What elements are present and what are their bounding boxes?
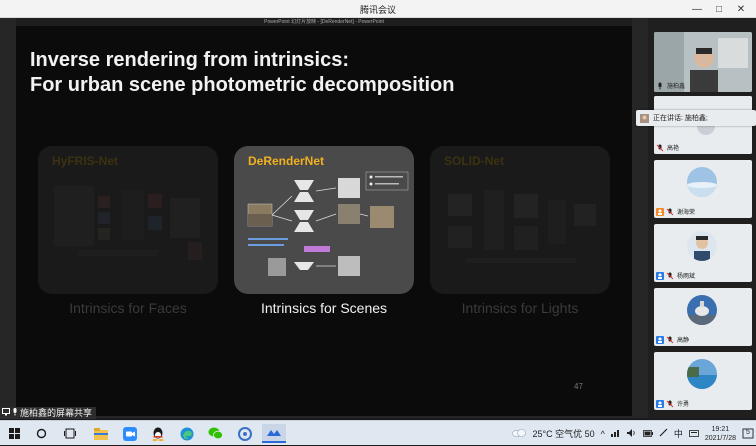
file-explorer-icon[interactable] — [92, 425, 109, 442]
minimize-button[interactable]: — — [686, 1, 708, 17]
faces-network-diagram — [54, 186, 202, 260]
participant-tile[interactable]: 许勇 — [654, 352, 752, 410]
maximize-button[interactable]: □ — [708, 1, 730, 17]
participant-name: 高艳 — [667, 146, 680, 152]
derendernet-network-diagram — [247, 171, 409, 276]
system-clock[interactable]: 19:21 2021/7/28 — [705, 425, 736, 443]
window-title: 腾讯会议 — [359, 5, 396, 15]
participant-tile[interactable]: 谢海荣 — [654, 160, 752, 218]
participant-name-row: 高静 — [656, 335, 690, 344]
participant-name: 谢海荣 — [677, 210, 696, 216]
slide-title-line1: Inverse rendering from intrinsics: — [30, 49, 349, 71]
window-titlebar: 腾讯会议 — □ ✕ — [0, 0, 756, 18]
ime-indicator[interactable]: 中 — [674, 427, 683, 440]
speaking-indicator-text: 正在讲话: 施柏鑫; — [653, 115, 708, 122]
presentation-slide: PowerPoint 幻灯片放映 - [DeRenderNet] - Power… — [16, 18, 632, 416]
user-role-icon — [656, 399, 664, 408]
participant-name-row: 谢海荣 — [656, 207, 696, 216]
system-tray: 25°C 空气优 50 ^ 中 19:21 2021/7/28 5 — [512, 421, 754, 446]
participant-name-row: 许勇 — [656, 399, 690, 408]
keyboard-icon[interactable] — [688, 429, 699, 439]
windows-taskbar: 25°C 空气优 50 ^ 中 19:21 2021/7/28 5 — [0, 420, 756, 445]
chevron-up-icon[interactable]: ^ — [601, 429, 605, 439]
avatar — [687, 231, 717, 261]
windows-start-icon[interactable] — [6, 425, 23, 442]
avatar — [687, 167, 717, 197]
microphone-icon — [12, 407, 18, 419]
user-role-icon — [656, 271, 664, 280]
speaker-avatar-icon — [640, 113, 649, 123]
weather-text[interactable]: 25°C 空气优 50 — [532, 427, 594, 440]
microphone-muted-icon — [666, 208, 674, 215]
pen-icon[interactable] — [659, 428, 668, 439]
network-icon[interactable] — [610, 429, 621, 439]
microphone-muted-icon — [656, 144, 664, 151]
participant-tile[interactable]: 杨雨斌 — [654, 224, 752, 282]
ppt-window-caption: PowerPoint 幻灯片放映 - [DeRenderNet] - Power… — [16, 18, 632, 26]
avatar — [687, 359, 717, 389]
qq-icon[interactable] — [149, 425, 166, 442]
participant-name-row: 施柏鑫 — [656, 81, 686, 90]
participant-tile[interactable]: 高静 — [654, 288, 752, 346]
slide-page-number: 47 — [574, 382, 583, 391]
microphone-icon — [658, 82, 662, 89]
browser-icon[interactable] — [236, 425, 253, 442]
screen-share-label[interactable]: 施柏鑫的屏幕共享 — [0, 407, 97, 419]
task-view-icon[interactable] — [61, 425, 78, 442]
panel-lights: SOLID-Net — [430, 146, 610, 294]
weather-icon[interactable] — [512, 428, 527, 439]
clock-time: 19:21 — [711, 425, 730, 433]
clock-date: 2021/7/28 — [704, 434, 736, 442]
speaking-indicator: 正在讲话: 施柏鑫; — [636, 110, 756, 126]
battery-icon[interactable] — [642, 429, 653, 439]
participant-name: 杨雨斌 — [677, 274, 696, 280]
monitor-icon — [2, 407, 10, 419]
lights-network-diagram — [448, 190, 596, 263]
panel-scenes: DeRenderNet — [234, 146, 414, 294]
slide-title: Inverse rendering from intrinsics: For u… — [30, 48, 455, 98]
wechat-icon[interactable] — [207, 425, 224, 442]
edge-icon[interactable] — [178, 425, 195, 442]
participant-name-row: 高艳 — [656, 143, 680, 152]
caption-faces: Intrinsics for Faces — [69, 300, 187, 316]
window-controls: — □ ✕ — [686, 1, 752, 17]
caption-scenes: Intrinsics for Scenes — [260, 300, 388, 316]
search-icon[interactable] — [33, 425, 50, 442]
tencent-meeting-icon[interactable] — [262, 424, 286, 443]
participant-sidebar[interactable]: 施柏鑫 高艳 谢海荣 杨雨斌 高静 许勇 — [648, 18, 756, 418]
close-button[interactable]: ✕ — [730, 1, 752, 17]
participant-tile[interactable]: 施柏鑫 — [654, 32, 752, 92]
microphone-muted-icon — [666, 336, 674, 343]
user-role-icon — [656, 207, 664, 216]
participant-name-row: 杨雨斌 — [656, 271, 696, 280]
slide-title-line2: For urban scene photometric decompositio… — [30, 74, 455, 96]
participant-name: 高静 — [677, 338, 690, 344]
shared-screen-area[interactable]: PowerPoint 幻灯片放映 - [DeRenderNet] - Power… — [0, 18, 648, 418]
volume-icon[interactable] — [626, 428, 637, 439]
participant-name: 施柏鑫 — [667, 84, 686, 90]
participant-name: 许勇 — [677, 402, 690, 408]
microphone-muted-icon — [666, 272, 674, 279]
notification-count: 5 — [746, 428, 750, 436]
panel-faces: HyFRIS-Net — [38, 146, 218, 294]
notification-icon[interactable]: 5 — [742, 428, 754, 440]
share-label-text: 施柏鑫的屏幕共享 — [20, 408, 93, 418]
user-role-icon — [656, 335, 664, 344]
zoom-icon[interactable] — [121, 425, 138, 442]
caption-lights: Intrinsics for Lights — [461, 300, 579, 316]
avatar — [687, 295, 717, 325]
microphone-muted-icon — [666, 400, 674, 407]
